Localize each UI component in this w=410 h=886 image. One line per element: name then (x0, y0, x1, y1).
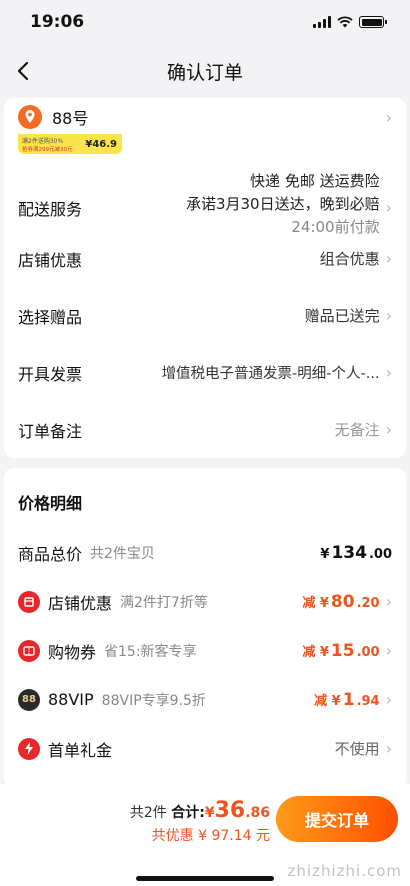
status-time: 19:06 (30, 12, 85, 32)
checkout-bar: 共2件 合计:¥36.86 共优惠 ¥ 97.14 元 提交订单 zhizhiz… (0, 784, 410, 886)
page-title: 确认订单 (166, 61, 243, 84)
vip-row[interactable]: 88 88VIP 88VIP专享9.5折 减 ¥1.94 › (4, 675, 406, 724)
first-order-gift-value: 不使用 (334, 740, 380, 758)
chevron-right-icon: › (385, 592, 392, 611)
sum-int: 36 (214, 798, 246, 823)
promo-price: ¥46.9 (85, 139, 117, 150)
chevron-right-icon: › (385, 107, 392, 127)
wifi-icon (337, 16, 353, 28)
back-arrow-icon[interactable] (14, 60, 34, 82)
order-note-row[interactable]: 订单备注 无备注 › (4, 401, 406, 458)
battery-icon (359, 16, 387, 28)
shop-discount-label: 店铺优惠 (18, 250, 83, 270)
vip-label: 88VIP (48, 690, 94, 709)
coupon-icon (18, 639, 40, 662)
chevron-right-icon: › (385, 198, 392, 217)
sum-currency: ¥ (204, 805, 215, 821)
delivery-line1: 快递 免邮 送运费险 (250, 172, 380, 190)
shop-promo-desc: 满2件打7折等 (120, 594, 208, 611)
coupon-desc: 省15:新客专享 (104, 643, 197, 660)
shop-promo-label: 店铺优惠 (48, 593, 113, 613)
promo-line2: 抢券满299元减30元 (22, 147, 73, 153)
gift-label: 选择赠品 (18, 307, 83, 327)
goods-total-row: 商品总价 共2件宝贝 ¥134.00 (4, 528, 406, 577)
lightning-icon (18, 737, 40, 760)
shop-icon (18, 590, 40, 613)
address-row[interactable]: 88号 › (4, 98, 406, 136)
invoice-row[interactable]: 开具发票 增值税电子普通发票-明细-个人-... › (4, 344, 406, 401)
sum-label: 合计: (171, 805, 205, 821)
coupon-row[interactable]: 购物券 省15:新客专享 减 ¥15.00 › (4, 626, 406, 675)
first-order-gift-label: 首单礼金 (48, 740, 113, 760)
coupon-label: 购物券 (48, 642, 97, 662)
gift-value: 赠品已送完 (304, 307, 380, 325)
price-detail-title: 价格明细 (18, 494, 83, 513)
delivery-line2: 承诺3月30日送达，晚到必赔 (185, 195, 380, 213)
submit-order-button[interactable]: 提交订单 (276, 796, 398, 842)
chevron-right-icon: › (385, 363, 392, 382)
goods-total-desc: 共2件宝贝 (90, 545, 155, 562)
shop-promo-amount: 减 ¥80.20 (302, 591, 380, 612)
chevron-right-icon: › (385, 739, 392, 758)
order-note-label: 订单备注 (18, 421, 83, 441)
shop-promo-row[interactable]: 店铺优惠 满2件打7折等 减 ¥80.20 › (4, 577, 406, 626)
gift-row[interactable]: 选择赠品 赠品已送完 › (4, 287, 406, 344)
chevron-right-icon: › (385, 249, 392, 268)
watermark: zhizhizhi.com (287, 862, 402, 880)
order-options-card: 满2件送购30% 抢券满299元减30元 ¥46.9 配送服务 快递 免邮 送运… (4, 134, 406, 458)
delivery-service-row[interactable]: 配送服务 快递 免邮 送运费险 承诺3月30日送达，晚到必赔 24:00前付款 … (4, 148, 406, 236)
chevron-right-icon: › (385, 641, 392, 660)
vip-desc: 88VIP专享9.5折 (101, 692, 206, 709)
home-indicator (136, 876, 274, 881)
order-totals: 共2件 合计:¥36.86 共优惠 ¥ 97.14 元 (130, 798, 270, 845)
chevron-right-icon: › (385, 420, 392, 439)
chevron-right-icon: › (385, 690, 392, 709)
location-pin-icon (18, 105, 42, 129)
system-icons (313, 16, 387, 28)
chevron-right-icon: › (385, 306, 392, 325)
signal-icon (313, 16, 331, 28)
status-bar: 19:06 (0, 0, 410, 44)
nav-bar: 确认订单 (0, 44, 410, 98)
product-promo-thumbnail[interactable]: 满2件送购30% 抢券满299元减30元 ¥46.9 (18, 134, 122, 154)
shop-discount-value: 组合优惠 (319, 250, 380, 268)
invoice-label: 开具发票 (18, 364, 83, 384)
vip-amount: 减 ¥1.94 (314, 689, 380, 710)
sum-dec: .86 (245, 805, 270, 821)
order-note-value: 无备注 (334, 421, 380, 439)
item-count: 共2件 (129, 805, 167, 821)
coupon-amount: 减 ¥15.00 (302, 640, 380, 661)
total-saved: 共优惠 ¥ 97.14 元 (151, 828, 270, 844)
delivery-line3: 24:00前付款 (291, 218, 380, 236)
delivery-label: 配送服务 (18, 200, 83, 219)
goods-total-label: 商品总价 (18, 544, 83, 564)
invoice-value: 增值税电子普通发票-明细-个人-... (161, 366, 380, 382)
vip-88-icon: 88 (18, 688, 40, 711)
address-text: 88号 (52, 109, 89, 128)
goods-total-amount: ¥134.00 (320, 542, 392, 563)
price-detail-card: 价格明细 商品总价 共2件宝贝 ¥134.00 店铺优惠 满2件打7折等 减 ¥… (4, 468, 406, 788)
first-order-gift-row[interactable]: 首单礼金 不使用 › (4, 724, 406, 773)
promo-line1: 满2件送购30% (22, 138, 64, 145)
